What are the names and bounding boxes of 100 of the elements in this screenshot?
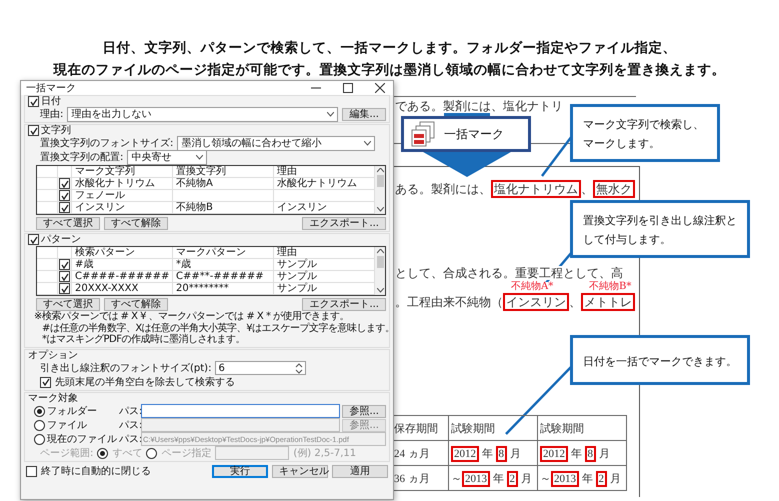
table-cell: 24 ヵ月: [394, 448, 430, 460]
radio-label: ページ指定: [161, 448, 212, 458]
mark-button[interactable]: 一括マーク: [401, 116, 531, 152]
table-cell-text: 月: [508, 448, 521, 460]
table-cell: 36 ヵ月: [394, 472, 430, 484]
table-cell-text: 月: [520, 472, 532, 484]
field-label: ページ範囲:: [40, 448, 94, 458]
dialog-button[interactable]: 実行: [212, 464, 268, 478]
callout-text: 置換文字列を引き出し線注釈として付与します。: [570, 200, 750, 258]
browse-button[interactable]: 参照...: [342, 404, 386, 418]
table-cell: インスリン: [277, 202, 327, 212]
callout-text: 日付を一括でマークできます。: [570, 335, 750, 385]
checkbox[interactable]: [59, 283, 70, 294]
dialog-button[interactable]: キャンセル: [272, 464, 328, 478]
field-label: 置換文字列の配置:: [40, 152, 124, 163]
table-cell-text: 年: [480, 448, 494, 460]
table-cell: フェノール: [75, 190, 125, 200]
dropdown[interactable]: 理由を出力しない: [67, 107, 338, 122]
annotation-text: 不純物A*: [511, 282, 554, 292]
number-field[interactable]: 6: [215, 361, 306, 375]
checkbox[interactable]: [59, 178, 70, 189]
table-cell: 不純物B: [176, 202, 213, 212]
select-button[interactable]: すべて解除: [104, 216, 168, 230]
checkbox[interactable]: [28, 125, 39, 136]
column-header: マークパターン: [172, 247, 273, 258]
section-label: パターン: [41, 234, 81, 245]
table-cell: ～: [451, 472, 462, 484]
close-icon[interactable]: [375, 83, 385, 93]
path-field[interactable]: [141, 404, 340, 418]
maximize-icon[interactable]: [343, 83, 353, 93]
marked-text: 塩化ナトリウム: [491, 180, 581, 198]
document-text: として、合成される。重要工程として、高: [395, 266, 623, 280]
checkbox[interactable]: [59, 259, 70, 270]
table-cell: インスリン: [75, 202, 125, 212]
chevron-down-icon: [196, 155, 204, 160]
dropdown[interactable]: 墨消し領域の幅に合わせて縮小: [177, 136, 376, 151]
table-cell: *歳: [176, 260, 191, 270]
window-title: 一括マーク: [26, 82, 76, 94]
table-cell: サンプル: [277, 272, 317, 282]
marked-text: メトトレ: [581, 293, 635, 311]
select-button[interactable]: すべて選択: [36, 216, 100, 230]
table-cell: 水酸化ナトリウム: [75, 178, 155, 188]
select-button[interactable]: すべて解除: [104, 298, 168, 310]
field-label: 理由:: [40, 109, 64, 120]
export-button[interactable]: エクスポート...: [302, 216, 386, 230]
note-text: ※検索パターンでは # X ¥ 、マークパターンでは # X * が使用できます。: [33, 312, 350, 322]
table-cell: 水酸化ナトリウム: [277, 178, 357, 188]
scroll-thumb[interactable]: [376, 175, 384, 187]
table-cell-text: 年: [570, 448, 583, 460]
column-header: 置換文字列: [172, 166, 273, 177]
checkbox[interactable]: [28, 234, 39, 245]
dropdown[interactable]: 中央寄せ: [127, 150, 208, 165]
leader-line: [541, 135, 573, 177]
chevron-down-icon: [376, 207, 384, 212]
document-text: 。工程由来不純物（: [395, 295, 503, 309]
table-cell: ～: [540, 472, 551, 484]
column-header: マーク文字列: [71, 166, 172, 177]
checkbox[interactable]: [26, 466, 37, 476]
column-header: 検索パターン: [71, 247, 172, 258]
marked-text: 無水ク: [593, 180, 635, 198]
heading-text: 現在のファイルのページ指定が可能です。置換文字列は墨消し領域の幅に合わせて文字列を置き換えます。: [52, 61, 726, 80]
dialog-button[interactable]: 適用: [332, 464, 388, 478]
checkbox[interactable]: [59, 202, 70, 213]
table-cell: 不純物A: [176, 178, 213, 188]
chevron-up-icon: [376, 168, 384, 173]
edit-button[interactable]: 編集...: [342, 108, 386, 121]
marked-text: インスリン: [503, 293, 569, 311]
document-text: である。製剤には、塩化ナトリ: [395, 98, 563, 115]
scrollbar[interactable]: [374, 247, 385, 295]
table-cell: #歳: [75, 260, 94, 270]
column-header: 試験期間: [538, 416, 626, 440]
marked-text: 2012: [540, 446, 568, 462]
field-label: 置換文字列のフォントサイズ:: [40, 138, 174, 149]
table-cell: サンプル: [277, 284, 317, 294]
checkbox[interactable]: [59, 190, 70, 201]
chevron-down-icon: [327, 112, 334, 117]
scrollbar[interactable]: [374, 166, 385, 214]
annotation-text: 不純物B*: [589, 282, 632, 292]
leader-line: [505, 365, 573, 435]
export-button[interactable]: エクスポート...: [302, 298, 386, 310]
checkbox-label: 終了時に自動的に閉じる: [41, 466, 151, 476]
table-cell: サンプル: [277, 260, 317, 270]
radio-button[interactable]: [34, 406, 45, 416]
checkbox[interactable]: [59, 271, 70, 282]
note-text: #は任意の半角数字、Xは任意の半角大小英字、¥はエスケープ文字を意味します。: [41, 324, 386, 334]
radio-label: すべて: [112, 448, 142, 458]
column-header: 試験期間: [448, 416, 538, 440]
select-button[interactable]: すべて選択: [36, 298, 100, 310]
marked-text: 2013: [462, 470, 490, 486]
checkbox[interactable]: [40, 376, 51, 388]
table-cell: C####-######: [75, 272, 170, 282]
field-label: パス:: [119, 434, 139, 444]
table-cell-text: 月: [598, 448, 610, 460]
radio-label: 現在のファイル: [47, 434, 117, 444]
note-text: *はマスキングPDFの作成時に墨消しされます。: [41, 335, 246, 346]
scroll-thumb[interactable]: [376, 256, 384, 268]
checkbox[interactable]: [28, 96, 39, 107]
chevron-up-icon: [376, 249, 384, 254]
chevron-down-icon: [364, 141, 372, 146]
table-cell-text: 年: [580, 472, 594, 484]
